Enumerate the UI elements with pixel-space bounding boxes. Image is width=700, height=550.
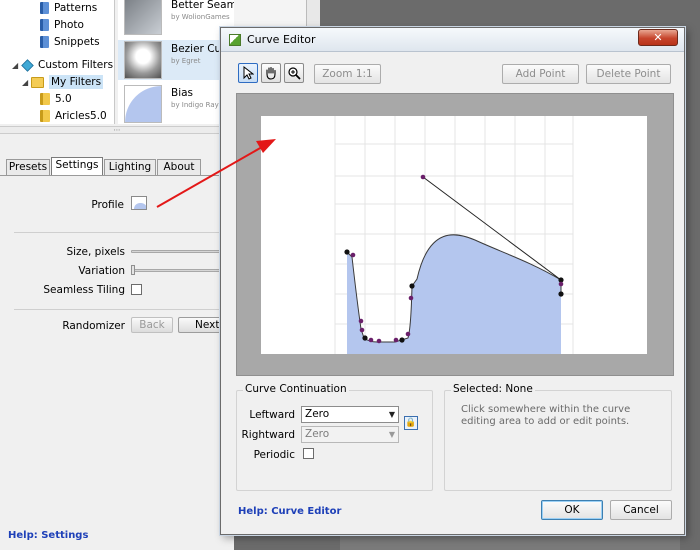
preset-thumbnail	[124, 85, 162, 123]
close-button[interactable]: ✕	[638, 29, 678, 46]
control-point[interactable]	[376, 338, 382, 344]
tree-item-5-0[interactable]: 5.0	[40, 91, 72, 108]
curve-canvas[interactable]	[261, 116, 647, 354]
control-point[interactable]	[350, 252, 356, 258]
filter-tree: Patterns Photo Snippets ◢ Custom Filters…	[0, 0, 115, 124]
selected-point-group: Selected: None Click somewhere within th…	[444, 383, 672, 491]
control-point[interactable]	[558, 281, 564, 287]
tab-presets[interactable]: Presets	[6, 159, 50, 176]
control-point[interactable]	[359, 327, 365, 333]
curve-thumbnail-icon	[134, 203, 146, 209]
control-point[interactable]	[393, 337, 399, 343]
control-point[interactable]	[409, 283, 415, 289]
separator	[14, 309, 234, 310]
rightward-label: Rightward	[241, 429, 295, 441]
preset-bezier-curve[interactable]: Bezier Curve by Egret	[118, 40, 238, 80]
control-point[interactable]	[405, 331, 411, 337]
tree-item-custom-filters[interactable]: Custom Filters	[21, 57, 113, 74]
periodic-checkbox[interactable]	[303, 448, 314, 459]
book-icon	[40, 2, 49, 14]
leftward-label: Leftward	[249, 409, 295, 421]
size-label: Size, pixels	[66, 246, 125, 258]
separator	[14, 232, 234, 233]
pointer-tool-button[interactable]	[238, 63, 258, 83]
leftward-select[interactable]: Zero ▼	[301, 406, 399, 423]
tree-item-snippets[interactable]: Snippets	[40, 34, 100, 51]
rightward-select[interactable]: Zero ▼	[301, 426, 399, 443]
cancel-button[interactable]: Cancel	[610, 500, 672, 520]
tab-about[interactable]: About	[157, 159, 201, 176]
help-settings-link[interactable]: Help: Settings	[8, 530, 88, 541]
randomizer-label: Randomizer	[62, 320, 125, 332]
add-point-button[interactable]: Add Point	[502, 64, 579, 84]
folder-open-icon	[31, 76, 44, 88]
tab-divider	[0, 175, 234, 176]
help-curve-editor-link[interactable]: Help: Curve Editor	[238, 506, 341, 517]
pointer-icon	[243, 65, 255, 80]
curve-editing-area[interactable]	[236, 93, 674, 376]
control-point[interactable]	[344, 249, 350, 255]
control-point[interactable]	[420, 174, 426, 180]
curve-continuation-title: Curve Continuation	[243, 383, 349, 395]
leftward-value: Zero	[305, 408, 330, 420]
curve-editor-dialog: Curve Editor ✕ Zoom 1:1 Add Point Delete…	[220, 27, 685, 535]
selection-hint: Click somewhere within the curve editing…	[461, 404, 631, 427]
rightward-value: Zero	[305, 428, 330, 440]
hand-icon	[266, 66, 276, 80]
cube-icon	[21, 58, 34, 72]
lock-icon: 🔒	[405, 418, 417, 428]
zoom-icon	[288, 67, 301, 80]
control-point[interactable]	[408, 295, 414, 301]
tree-item-patterns[interactable]: Patterns	[40, 0, 97, 17]
control-point[interactable]	[358, 318, 364, 324]
tree-item-photo[interactable]: Photo	[40, 17, 84, 34]
tree-item-my-filters[interactable]: My Filters	[31, 74, 104, 91]
hand-tool-button[interactable]	[261, 63, 281, 83]
selected-title: Selected: None	[451, 383, 535, 395]
tab-settings[interactable]: Settings	[51, 157, 103, 176]
chevron-down-icon: ▼	[388, 430, 395, 439]
chevron-down-icon: ▼	[388, 410, 395, 419]
dialog-title: Curve Editor	[247, 33, 316, 46]
control-point[interactable]	[399, 337, 405, 343]
preset-better-seamless[interactable]: Better Seamless by WolionGames	[118, 0, 257, 36]
preset-bias[interactable]: Bias by Indigo Ray	[118, 84, 234, 124]
control-point[interactable]	[362, 335, 368, 341]
zoom-1-1-button[interactable]: Zoom 1:1	[314, 64, 381, 84]
seamless-label: Seamless Tiling	[43, 284, 125, 296]
filter-settings-panel: Patterns Photo Snippets ◢ Custom Filters…	[0, 0, 257, 550]
folder-icon	[40, 93, 50, 105]
scrollbar[interactable]	[306, 0, 320, 30]
curve-editor-icon	[229, 34, 241, 46]
preset-list: Better Seamless by WolionGames Bezier Cu…	[118, 0, 257, 124]
variation-slider-thumb[interactable]	[131, 265, 135, 275]
panel-splitter[interactable]: ⋯	[0, 126, 234, 134]
folder-icon	[40, 110, 50, 122]
ok-button[interactable]: OK	[541, 500, 603, 520]
preset-thumbnail	[124, 41, 162, 79]
control-point[interactable]	[368, 337, 374, 343]
book-icon	[40, 36, 49, 48]
dialog-titlebar[interactable]: Curve Editor ✕	[221, 28, 684, 52]
profile-label: Profile	[91, 199, 124, 211]
variation-label: Variation	[78, 265, 125, 277]
profile-curve-button[interactable]	[131, 196, 147, 210]
delete-point-button[interactable]: Delete Point	[586, 64, 671, 84]
collapse-icon[interactable]: ◢	[22, 78, 28, 87]
book-icon	[40, 19, 49, 31]
lock-button[interactable]: 🔒	[404, 416, 418, 430]
back-button[interactable]: Back	[131, 317, 173, 333]
control-point[interactable]	[558, 291, 564, 297]
preset-thumbnail	[124, 0, 162, 35]
curve-continuation-group: Curve Continuation Leftward Zero ▼ 🔒 Righ…	[236, 383, 433, 491]
status-strip	[340, 536, 680, 550]
zoom-tool-button[interactable]	[284, 63, 304, 83]
collapse-icon[interactable]: ◢	[12, 61, 18, 70]
tree-item-aricles[interactable]: Aricles5.0	[40, 108, 107, 125]
tab-lighting[interactable]: Lighting	[104, 159, 156, 176]
seamless-checkbox[interactable]	[131, 284, 142, 295]
periodic-label: Periodic	[253, 449, 295, 461]
